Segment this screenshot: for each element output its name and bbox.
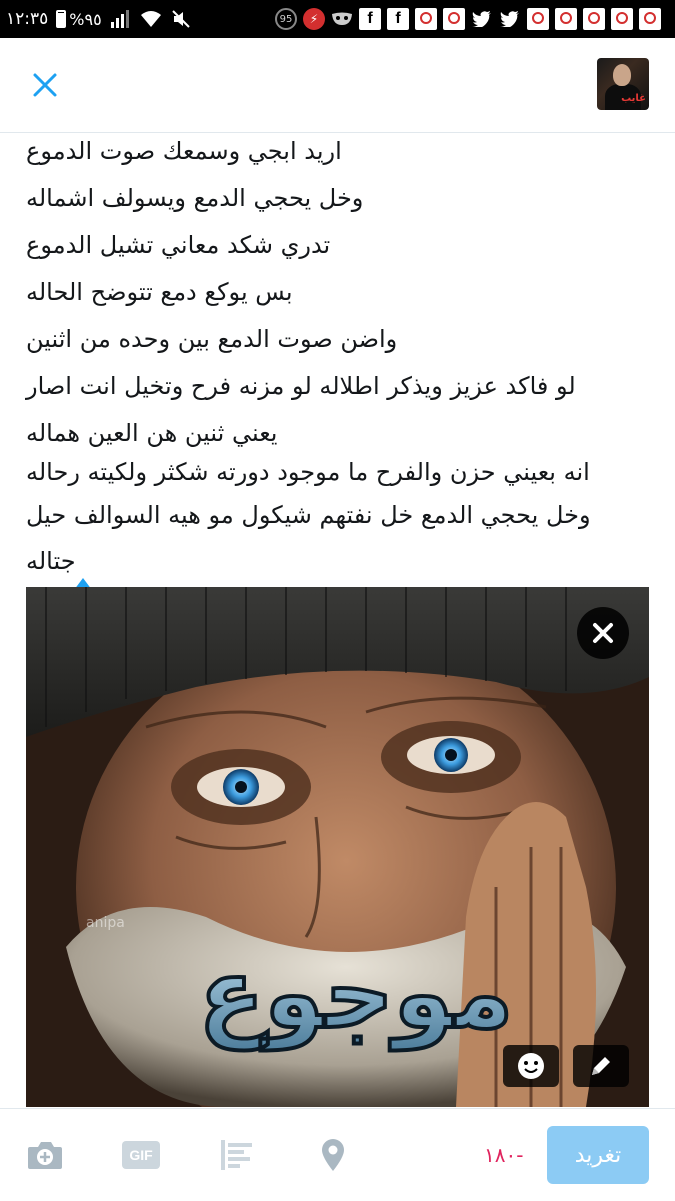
app-notification-icon-5 [583, 8, 605, 30]
twitter-icon [471, 8, 493, 30]
alert-icon: ⚡ [303, 8, 325, 30]
poll-icon [221, 1140, 252, 1170]
status-bar: ١٢:٣٥ %٩٥ 95 ⚡ f f [0, 0, 675, 38]
smiley-icon [518, 1053, 544, 1079]
user-avatar[interactable]: غايب [597, 58, 649, 110]
photo-watermark: anipa [86, 915, 125, 931]
remove-photo-button[interactable] [577, 607, 629, 659]
avatar-logo: غايب [621, 93, 646, 104]
tweet-line: اريد ابجي وسمعك صوت الدموع [26, 137, 342, 165]
battery-icon [56, 10, 67, 28]
close-icon [593, 623, 613, 643]
tweet-line: تدري شكد معاني تشيل الدموع [26, 231, 331, 259]
tweet-line: واضن صوت الدمع بين وحده من اثنين [26, 325, 398, 353]
app-notification-icon-6 [611, 8, 633, 30]
app-notification-icon-4 [555, 8, 577, 30]
add-sticker-button[interactable] [503, 1045, 559, 1087]
attached-photo[interactable]: موجوع anipa [26, 587, 649, 1107]
app-notification-icon [415, 8, 437, 30]
character-counter: -١٨٠ [484, 1143, 524, 1167]
photo-old-man: موجوع anipa [26, 587, 649, 1107]
tweet-line: يعني ثنين هن العين هماله [26, 419, 278, 447]
close-compose-button[interactable] [28, 68, 62, 102]
status-time: ١٢:٣٥ [6, 9, 49, 29]
camera-icon [28, 1142, 62, 1169]
tweet-line: جتاله [26, 547, 76, 575]
tweet-line: انه بعيني حزن والفرح ما موجود دورته شكثر… [26, 458, 590, 486]
photo-overlay-text: موجوع [199, 938, 514, 1051]
twitter-icon-2 [499, 8, 521, 30]
compose-header: غايب [0, 38, 675, 133]
tweet-button[interactable]: تغريد [547, 1126, 649, 1184]
battery-indicator: %٩٥ [56, 9, 102, 29]
tweet-line: بس يوكع دمع تتوضح الحاله [26, 278, 293, 306]
mute-icon [170, 8, 192, 30]
compose-toolbar: GIF -١٨٠ تغريد [0, 1108, 675, 1201]
pencil-icon [592, 1057, 610, 1075]
app-notification-icon-3 [527, 8, 549, 30]
location-pin-icon [322, 1139, 344, 1171]
tweet-line: وخل يحجي الدمع ويسولف اشماله [26, 184, 364, 212]
app-notification-icon-7 [639, 8, 661, 30]
tweet-text-area[interactable]: اريد ابجي وسمعك صوت الدموع وخل يحجي الدم… [0, 133, 675, 588]
battery-percent: %٩٥ [69, 9, 102, 29]
close-icon [33, 73, 57, 97]
mask-icon [331, 8, 353, 30]
add-poll-button[interactable] [218, 1137, 256, 1173]
notification-count-badge: 95 [275, 8, 297, 30]
add-gif-button[interactable]: GIF [122, 1137, 160, 1173]
wifi-icon [140, 8, 162, 30]
tweet-line: وخل يحجي الدمع خل نفتهم شيكول مو هيه الس… [26, 501, 591, 529]
add-photo-button[interactable] [26, 1137, 64, 1173]
add-location-button[interactable] [314, 1137, 352, 1173]
edit-photo-button[interactable] [573, 1045, 629, 1087]
app-notification-icon-2 [443, 8, 465, 30]
facebook-icon-2: f [387, 8, 409, 30]
signal-icon [110, 8, 132, 30]
facebook-icon: f [359, 8, 381, 30]
gif-icon: GIF [122, 1141, 160, 1169]
tweet-line: لو فاكد عزيز ويذكر اطلاله لو مزنه فرح وت… [26, 372, 576, 400]
